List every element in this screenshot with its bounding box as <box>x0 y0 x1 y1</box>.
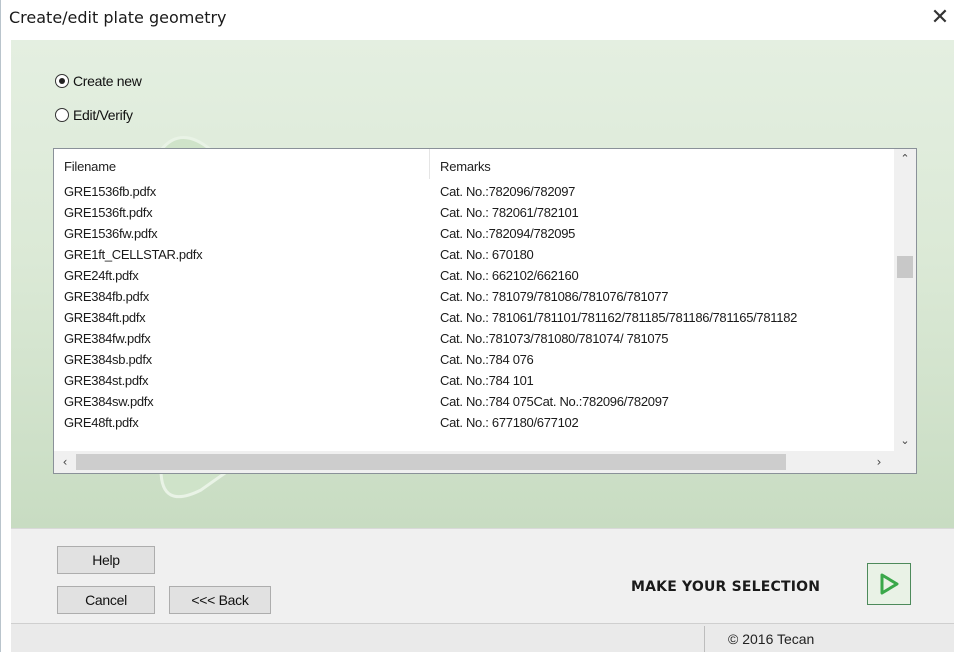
filename-cell: GRE384sb.pdfx <box>64 352 152 367</box>
list-item[interactable]: GRE384sw.pdfx Cat. No.:784 075Cat. No.:78… <box>54 391 894 412</box>
filename-cell: GRE1536fw.pdfx <box>64 226 158 241</box>
window-title: Create/edit plate geometry <box>9 8 227 27</box>
remarks-cell: Cat. No.:784 101 <box>440 373 534 388</box>
list-item[interactable]: GRE24ft.pdfx Cat. No.: 662102/662160 <box>54 265 894 286</box>
remarks-cell: Cat. No.:784 075Cat. No.:782096/782097 <box>440 394 669 409</box>
filename-cell: GRE1536fb.pdfx <box>64 184 156 199</box>
title-bar: Create/edit plate geometry ✕ <box>1 0 954 38</box>
filename-cell: GRE384fw.pdfx <box>64 331 151 346</box>
help-button[interactable]: Help <box>57 546 155 574</box>
remarks-cell: Cat. No.:782096/782097 <box>440 184 576 199</box>
list-item[interactable]: GRE384sb.pdfx Cat. No.:784 076 <box>54 349 894 370</box>
status-divider <box>704 626 705 652</box>
list-item[interactable]: GRE384ft.pdfx Cat. No.: 781061/781101/781… <box>54 307 894 328</box>
selection-prompt: MAKE YOUR SELECTION <box>631 579 821 595</box>
scroll-down-icon[interactable]: ⌄ <box>894 431 916 451</box>
plate-file-list[interactable]: Filename Remarks GRE1536fb.pdfx Cat. No.:… <box>53 148 917 474</box>
list-item[interactable]: GRE1536ft.pdfx Cat. No.: 782061/782101 <box>54 202 894 223</box>
dialog-window: Create/edit plate geometry ✕ Create new … <box>0 0 954 652</box>
play-arrow-icon <box>880 573 899 595</box>
remarks-cell: Cat. No.: 781061/781101/781162/781185/78… <box>440 310 798 325</box>
horizontal-scroll-thumb[interactable] <box>76 454 786 470</box>
remarks-cell: Cat. No.: 782061/782101 <box>440 205 579 220</box>
cancel-button[interactable]: Cancel <box>57 586 155 614</box>
remarks-cell: Cat. No.:782094/782095 <box>440 226 576 241</box>
remarks-cell: Cat. No.: 677180/677102 <box>440 415 579 430</box>
copyright-text: © 2016 Tecan <box>728 631 815 647</box>
list-item[interactable]: GRE384st.pdfx Cat. No.:784 101 <box>54 370 894 391</box>
radio-create-new-label: Create new <box>73 73 142 89</box>
column-header-remarks[interactable]: Remarks <box>440 159 491 174</box>
list-item[interactable]: GRE1536fb.pdfx Cat. No.:782096/782097 <box>54 181 894 202</box>
filename-cell: GRE1536ft.pdfx <box>64 205 153 220</box>
scroll-right-icon[interactable]: › <box>868 451 890 473</box>
footer-panel: Help Cancel <<< Back MAKE YOUR SELECTION… <box>11 528 954 652</box>
list-item[interactable]: GRE384fw.pdfx Cat. No.:781073/781080/7810… <box>54 328 894 349</box>
radio-edit-verify[interactable]: Edit/Verify <box>55 107 133 123</box>
vertical-scroll-thumb[interactable] <box>897 256 913 278</box>
radio-edit-verify-indicator[interactable] <box>55 108 69 122</box>
radio-create-new-indicator[interactable] <box>55 74 69 88</box>
filename-cell: GRE24ft.pdfx <box>64 268 139 283</box>
list-item[interactable]: GRE1ft_CELLSTAR.pdfx Cat. No.: 670180 <box>54 244 894 265</box>
scrollbar-corner <box>894 451 916 473</box>
list-item[interactable]: GRE384fb.pdfx Cat. No.: 781079/781086/781… <box>54 286 894 307</box>
filename-cell: GRE384sw.pdfx <box>64 394 154 409</box>
column-header-filename[interactable]: Filename <box>64 159 116 174</box>
vertical-scrollbar[interactable]: ⌃ ⌄ <box>894 149 916 451</box>
column-divider[interactable] <box>429 149 430 179</box>
next-button[interactable] <box>867 563 911 605</box>
remarks-cell: Cat. No.: 670180 <box>440 247 534 262</box>
status-bar: © 2016 Tecan <box>11 623 954 652</box>
remarks-cell: Cat. No.: 781079/781086/781076/781077 <box>440 289 669 304</box>
list-item[interactable]: GRE48ft.pdfx Cat. No.: 677180/677102 <box>54 412 894 433</box>
filename-cell: GRE384st.pdfx <box>64 373 149 388</box>
scroll-left-icon[interactable]: ‹ <box>54 451 76 473</box>
list-rows: GRE1536fb.pdfx Cat. No.:782096/782097 GRE1… <box>54 181 894 451</box>
horizontal-scrollbar[interactable]: ‹ › <box>54 451 896 473</box>
filename-cell: GRE48ft.pdfx <box>64 415 139 430</box>
radio-create-new[interactable]: Create new <box>55 73 142 89</box>
main-panel: Create new Edit/Verify Filename Remarks … <box>11 40 954 528</box>
remarks-cell: Cat. No.:781073/781080/781074/ 781075 <box>440 331 669 346</box>
scroll-up-icon[interactable]: ⌃ <box>894 149 916 169</box>
list-item[interactable]: GRE1536fw.pdfx Cat. No.:782094/782095 <box>54 223 894 244</box>
filename-cell: GRE384fb.pdfx <box>64 289 149 304</box>
filename-cell: GRE384ft.pdfx <box>64 310 146 325</box>
remarks-cell: Cat. No.: 662102/662160 <box>440 268 579 283</box>
filename-cell: GRE1ft_CELLSTAR.pdfx <box>64 247 203 262</box>
radio-edit-verify-label: Edit/Verify <box>73 107 133 123</box>
remarks-cell: Cat. No.:784 076 <box>440 352 534 367</box>
list-header: Filename Remarks <box>54 149 894 181</box>
back-button[interactable]: <<< Back <box>169 586 271 614</box>
close-icon[interactable]: ✕ <box>925 4 954 34</box>
